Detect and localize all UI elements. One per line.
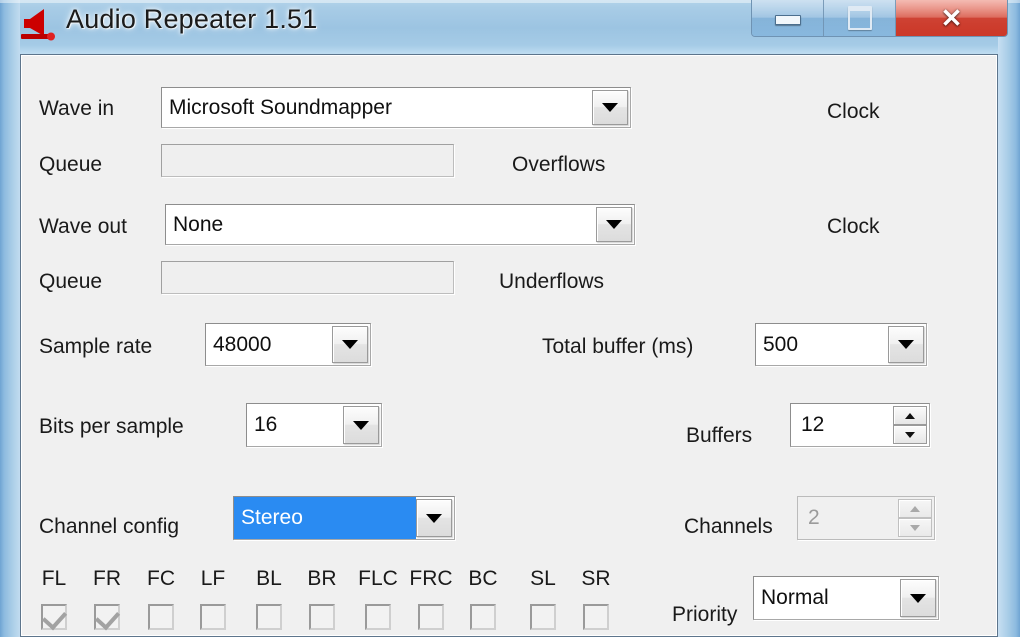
chevron-down-icon	[606, 220, 622, 229]
channel-checkbox-sr[interactable]	[583, 604, 609, 630]
channel-checkbox-bc[interactable]	[470, 604, 496, 630]
maximize-button[interactable]	[824, 0, 896, 36]
wave-out-queue-progressbar	[161, 261, 454, 294]
sample-rate-value: 48000	[213, 332, 272, 356]
channel-config-dropdown-button[interactable]	[416, 499, 452, 537]
priority-value: Normal	[761, 586, 829, 609]
wave-out-dropdown-button[interactable]	[596, 207, 632, 242]
priority-label: Priority	[672, 603, 738, 626]
channels-spinner: 2	[797, 496, 935, 540]
wave-out-combobox[interactable]: None	[165, 204, 635, 245]
maximize-icon	[847, 6, 872, 30]
channels-label: Channels	[684, 515, 773, 538]
check-icon	[41, 604, 68, 631]
channel-checkbox-br[interactable]	[309, 604, 335, 630]
total-buffer-value: 500	[763, 332, 799, 356]
bits-per-sample-label: Bits per sample	[39, 415, 184, 438]
wave-out-label: Wave out	[39, 215, 127, 238]
close-icon: ✕	[940, 3, 963, 33]
chevron-down-icon	[910, 593, 926, 603]
channel-config-label: Channel config	[39, 515, 180, 538]
chevron-up-icon	[905, 412, 915, 419]
total-buffer-label: Total buffer (ms)	[542, 335, 694, 358]
wave-in-queue-progressbar	[161, 144, 454, 177]
underflows-label: Underflows	[499, 270, 605, 293]
channel-checkbox-bl[interactable]	[256, 604, 282, 630]
channels-value: 2	[808, 506, 820, 529]
wave-out-value: None	[173, 212, 224, 236]
channel-checkbox-flc[interactable]	[365, 604, 391, 630]
sample-rate-label: Sample rate	[39, 335, 153, 358]
wave-out-queue-label: Queue	[39, 270, 103, 293]
window-border-right	[998, 0, 1020, 637]
wave-in-value: Microsoft Soundmapper	[169, 95, 392, 119]
wave-in-clock-label: Clock	[827, 100, 880, 123]
wave-in-combobox[interactable]: Microsoft Soundmapper	[161, 87, 631, 128]
channels-updown-buttons	[898, 499, 932, 537]
total-buffer-dropdown-button[interactable]	[888, 326, 924, 363]
chevron-down-icon	[905, 431, 915, 438]
bits-per-sample-value: 16	[254, 413, 278, 436]
wave-in-queue-label: Queue	[39, 153, 103, 176]
channel-checkbox-fl[interactable]	[41, 604, 68, 631]
overflows-label: Overflows	[512, 153, 606, 176]
buffers-updown-buttons[interactable]	[893, 406, 927, 444]
buffers-value: 12	[801, 413, 825, 436]
close-button[interactable]: ✕	[896, 0, 1007, 36]
title-bar[interactable]: Audio Repeater 1.51 ✕	[0, 0, 1020, 50]
channels-decrement-button	[898, 518, 932, 537]
chevron-down-icon	[910, 524, 920, 531]
buffers-label: Buffers	[686, 424, 753, 447]
audio-repeater-icon	[16, 6, 60, 44]
dialog-client-area: Wave in Microsoft Soundmapper Clock Queu…	[20, 54, 998, 637]
channel-config-value: Stereo	[234, 497, 416, 539]
window-title: Audio Repeater 1.51	[66, 4, 318, 34]
priority-combobox[interactable]: Normal	[753, 576, 939, 620]
chevron-down-icon	[342, 340, 358, 349]
chevron-up-icon	[910, 505, 920, 512]
buffers-spinner[interactable]: 12	[790, 403, 930, 447]
channel-label-sr: SR	[581, 567, 611, 590]
buffers-decrement-button[interactable]	[893, 425, 927, 444]
chevron-down-icon	[898, 340, 914, 349]
chevron-down-icon	[426, 513, 442, 523]
bits-per-sample-dropdown-button[interactable]	[343, 406, 379, 444]
minimize-button[interactable]	[752, 0, 824, 36]
window-border-left	[0, 0, 20, 637]
total-buffer-combobox[interactable]: 500	[755, 323, 927, 366]
channel-checkbox-fc[interactable]	[148, 604, 174, 630]
bits-per-sample-combobox[interactable]: 16	[246, 403, 382, 447]
chevron-down-icon	[602, 103, 618, 112]
sample-rate-dropdown-button[interactable]	[332, 326, 368, 363]
channel-checkbox-frc[interactable]	[418, 604, 444, 630]
wave-in-label: Wave in	[39, 97, 115, 120]
check-icon	[94, 604, 121, 631]
channel-config-combobox[interactable]: Stereo	[233, 496, 455, 540]
wave-out-clock-label: Clock	[827, 215, 880, 238]
application-window: Audio Repeater 1.51 ✕ Wave in Microsoft …	[0, 0, 1020, 637]
channel-checkbox-sl[interactable]	[530, 604, 556, 630]
wave-in-dropdown-button[interactable]	[592, 90, 628, 125]
window-controls: ✕	[751, 0, 1008, 37]
channel-checkbox-fr[interactable]	[94, 604, 121, 631]
priority-dropdown-button[interactable]	[900, 579, 936, 617]
channel-checkbox-lf[interactable]	[200, 604, 226, 630]
sample-rate-combobox[interactable]: 48000	[205, 323, 371, 366]
chevron-down-icon	[353, 420, 369, 430]
channels-increment-button	[898, 499, 932, 518]
buffers-increment-button[interactable]	[893, 406, 927, 425]
minimize-icon	[774, 15, 801, 26]
